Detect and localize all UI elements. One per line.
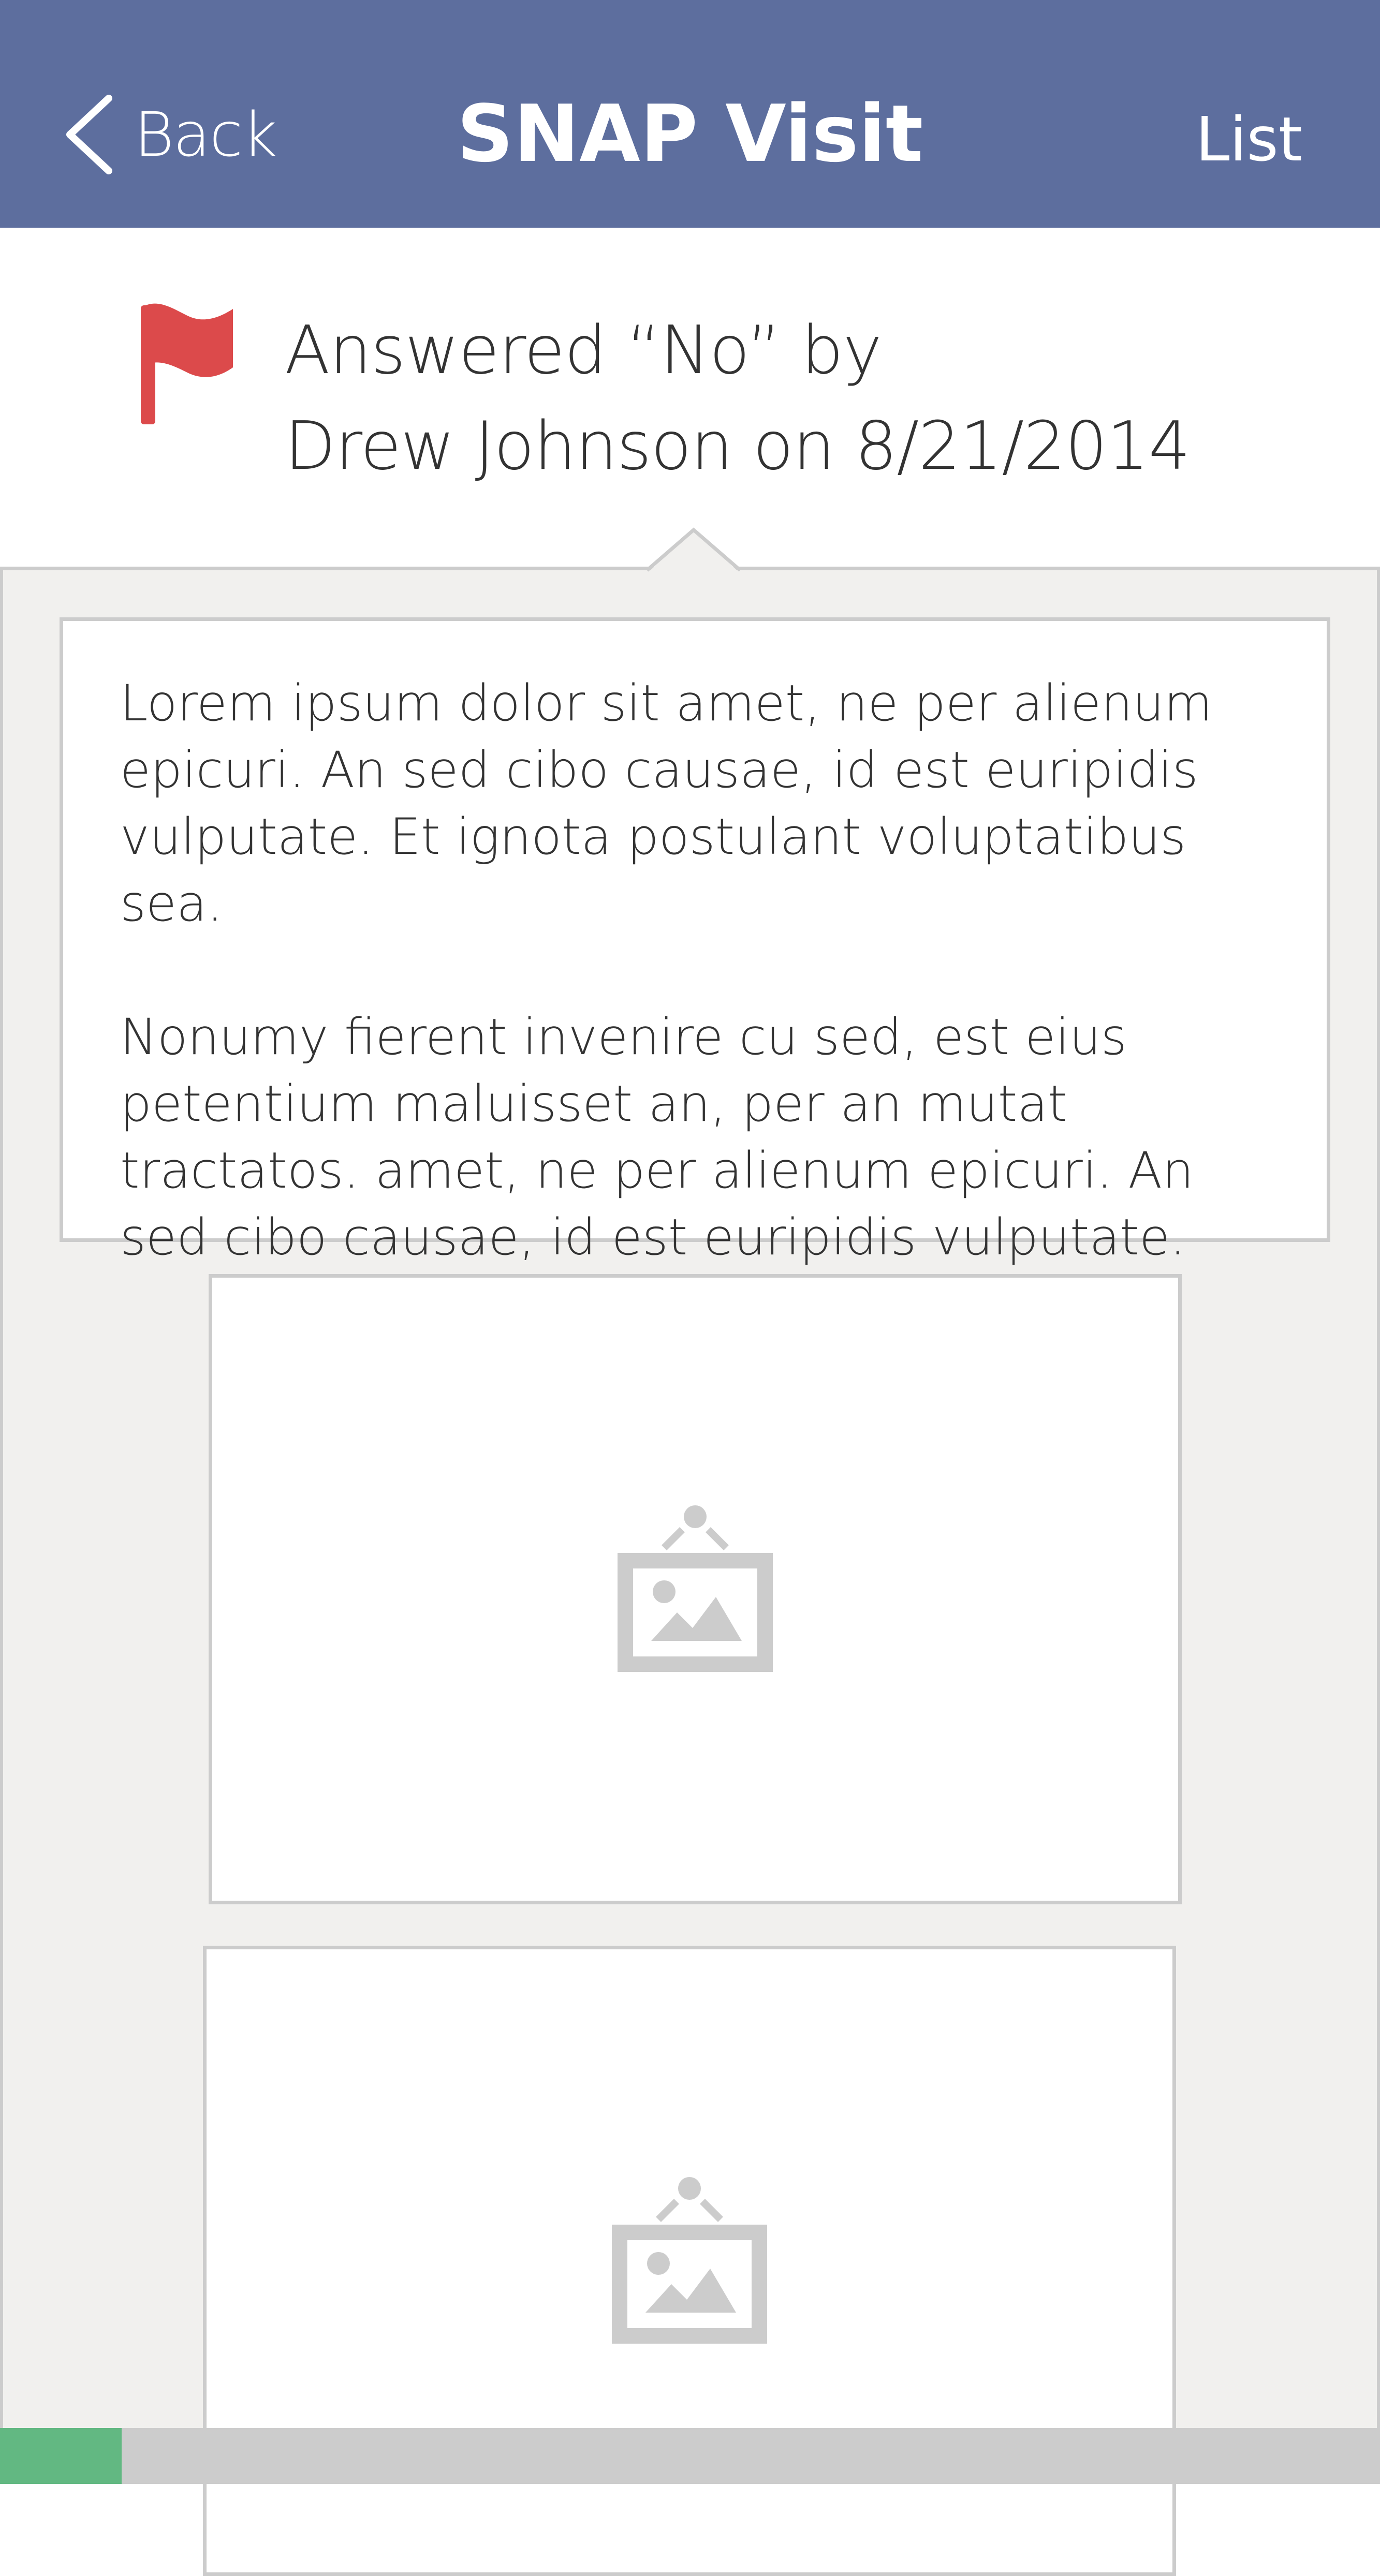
nav-header: Back SNAP Visit List — [0, 0, 1380, 228]
callout-caret — [647, 527, 740, 573]
comment-text: Lorem ipsum dolor sit amet, ne per alien… — [60, 617, 1330, 1266]
page-title: SNAP Visit — [457, 88, 923, 180]
answer-line-2: Drew Johnson on 8/21/2014 — [285, 408, 1191, 485]
photo-thumbnail[interactable] — [209, 1274, 1182, 1904]
answer-status: Answered “No” by Drew Johnson on 8/21/20… — [285, 303, 1191, 494]
flag-icon — [141, 303, 233, 424]
list-button[interactable]: List — [1196, 103, 1302, 175]
answer-line-1: Answered “No” by — [285, 312, 882, 389]
comment-paragraph: Nonumy fierent invenire cu sed, est eius… — [120, 1008, 1194, 1266]
progress-bar — [0, 2428, 1380, 2484]
comment-paragraph: Lorem ipsum dolor sit amet, ne per alien… — [120, 674, 1213, 932]
progress-fill — [0, 2428, 122, 2484]
image-placeholder-icon — [618, 1505, 773, 1672]
image-placeholder-icon — [612, 2177, 767, 2344]
